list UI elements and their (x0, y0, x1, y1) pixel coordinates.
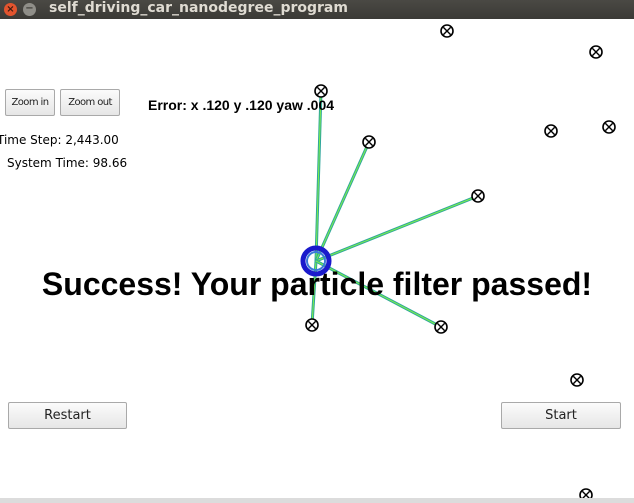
window-title: self_driving_car_nanodegree_program (49, 0, 348, 16)
close-window-icon[interactable]: × (4, 3, 17, 16)
start-button[interactable]: Start (501, 402, 621, 429)
landmark-icon (471, 189, 485, 203)
window-bottom-edge (0, 498, 634, 503)
landmark-icon (602, 120, 616, 134)
zoom-out-button[interactable]: Zoom out (60, 89, 120, 116)
landmark-icon (362, 135, 376, 149)
success-message: Success! Your particle filter passed! (41, 266, 593, 302)
error-readout: Error: x .120 y .120 yaw .004 (148, 97, 335, 113)
landmark-icon (305, 318, 319, 332)
time-step-label: Time Step: 2,443.00 (0, 133, 119, 147)
minimize-window-icon[interactable]: − (23, 3, 36, 16)
landmark-markers (305, 24, 616, 502)
observation-ray-highlight (315, 90, 322, 262)
landmark-icon (434, 320, 448, 334)
landmark-icon (314, 84, 328, 98)
title-bar: × − self_driving_car_nanodegree_program (0, 0, 634, 19)
landmark-icon (440, 24, 454, 38)
landmark-icon (589, 45, 603, 59)
zoom-in-button[interactable]: Zoom in (5, 89, 55, 116)
system-time-label: System Time: 98.66 (7, 156, 128, 170)
landmark-icon (544, 124, 558, 138)
restart-button[interactable]: Restart (8, 402, 127, 429)
landmark-icon (570, 373, 584, 387)
